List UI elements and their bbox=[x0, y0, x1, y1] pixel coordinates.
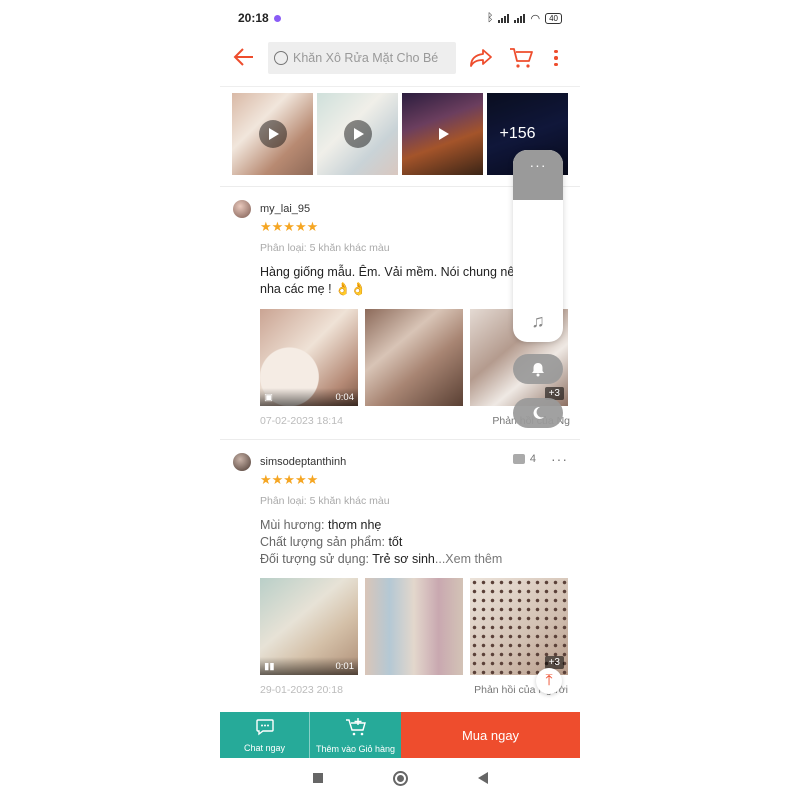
signal-icon bbox=[498, 13, 510, 23]
review-more-icon[interactable]: ··· bbox=[551, 451, 568, 467]
recent-apps-icon[interactable] bbox=[312, 773, 323, 783]
review-date: 29-01-2023 20:18 bbox=[260, 684, 343, 696]
review-text: Mùi hương: thơm nhẹ Chất lượng sản phẩm:… bbox=[260, 517, 520, 568]
messenger-icon bbox=[273, 14, 281, 22]
status-bar: 20:18 ᛒ ◠ 40 bbox=[220, 0, 580, 36]
review-text: Hàng giống mẫu. Êm. Vải mềm. Nói chung n… bbox=[260, 264, 520, 298]
attr-value: thơm nhẹ bbox=[328, 518, 382, 532]
back-arrow-icon[interactable] bbox=[232, 45, 258, 71]
search-input[interactable]: Khăn Xô Rửa Mặt Cho Bé bbox=[268, 42, 456, 74]
avatar[interactable] bbox=[233, 200, 251, 218]
divider bbox=[220, 86, 580, 87]
bluetooth-icon: ᛒ bbox=[486, 12, 494, 24]
review-header: my_lai_95 bbox=[233, 200, 310, 218]
video-camera-icon: ▣ bbox=[264, 391, 273, 403]
media-thumbnail-video[interactable] bbox=[232, 93, 313, 175]
attr-label: Mùi hương: bbox=[260, 518, 325, 532]
see-more-link[interactable]: ...Xem thêm bbox=[435, 552, 502, 566]
add-cart-icon bbox=[345, 717, 367, 742]
review-date: 07-02-2023 18:14 bbox=[260, 415, 343, 427]
chat-icon bbox=[255, 718, 275, 741]
battery-icon: 40 bbox=[545, 12, 562, 24]
more-options-icon[interactable] bbox=[548, 43, 564, 73]
avatar[interactable] bbox=[233, 453, 251, 471]
review-photo[interactable] bbox=[365, 578, 463, 675]
top-navigation: Khăn Xô Rửa Mặt Cho Bé bbox=[220, 38, 580, 78]
review-photo[interactable]: +3 bbox=[470, 578, 568, 675]
video-badge: ▣ 0:04 bbox=[260, 388, 358, 406]
like-button[interactable]: 4 bbox=[512, 453, 536, 465]
search-placeholder: Khăn Xô Rửa Mặt Cho Bé bbox=[293, 51, 439, 65]
home-icon[interactable] bbox=[392, 770, 408, 786]
video-duration: 0:04 bbox=[335, 391, 355, 403]
variation-label: Phân loại: 5 khăn khác màu bbox=[260, 495, 390, 507]
moon-icon[interactable] bbox=[513, 398, 563, 428]
video-duration: 0:01 bbox=[335, 660, 355, 672]
status-icons: ᛒ ◠ 40 bbox=[487, 12, 562, 25]
share-icon[interactable] bbox=[466, 43, 496, 73]
thumbs-up-icon bbox=[512, 454, 525, 464]
buy-now-label: Mua ngay bbox=[461, 727, 520, 743]
review-attr-scent: Mùi hương: thơm nhẹ bbox=[260, 517, 520, 534]
floating-tool-panel: ··· ♫ bbox=[513, 150, 563, 342]
add-to-cart-label: Thêm vào Giỏ hàng bbox=[315, 743, 396, 754]
play-icon bbox=[258, 120, 287, 148]
panel-more-icon[interactable]: ··· bbox=[513, 150, 563, 200]
review-video[interactable]: ▮▮ 0:01 bbox=[260, 578, 358, 675]
music-note-icon[interactable]: ♫ bbox=[513, 311, 563, 332]
review-header: simsodeptanthinh bbox=[233, 453, 346, 471]
attr-value: tốt bbox=[388, 535, 403, 549]
review-text-line: nha các mẹ ! 👌👌 bbox=[260, 282, 367, 296]
buy-now-button[interactable]: Mua ngay bbox=[401, 712, 580, 758]
rating-stars-text: ★★★★★ bbox=[260, 472, 319, 487]
play-icon bbox=[429, 120, 457, 148]
chat-now-label: Chat ngay bbox=[243, 742, 286, 753]
divider bbox=[220, 439, 580, 440]
system-navigation-bar bbox=[220, 760, 580, 796]
play-icon bbox=[343, 120, 372, 148]
media-thumbnail-video[interactable] bbox=[402, 93, 483, 175]
wifi-icon: ◠ bbox=[530, 12, 541, 25]
attr-label: Chất lượng sản phẩm: bbox=[260, 535, 385, 549]
phone-screen: 20:18 ᛒ ◠ 40 Khăn Xô Rửa Mặt Cho Bé +156… bbox=[220, 0, 580, 800]
review-video[interactable]: ▣ 0:04 bbox=[260, 309, 358, 406]
media-thumbnail-video[interactable] bbox=[317, 93, 398, 175]
rating-stars-text: ★★★★★ bbox=[260, 219, 319, 234]
attr-value: Trẻ sơ sinh bbox=[372, 552, 435, 566]
variation-label: Phân loại: 5 khăn khác màu bbox=[260, 242, 390, 254]
search-icon bbox=[274, 51, 288, 65]
chat-now-button[interactable]: Chat ngay bbox=[220, 712, 310, 758]
add-to-cart-button[interactable]: Thêm vào Giỏ hàng bbox=[310, 712, 401, 758]
bottom-action-bar: Chat ngay Thêm vào Giỏ hàng Mua ngay bbox=[220, 712, 580, 758]
review-attr-quality: Chất lượng sản phẩm: tốt bbox=[260, 534, 520, 551]
review-photos: ▮▮ 0:01 +3 bbox=[260, 578, 568, 675]
attr-label: Đối tượng sử dụng: bbox=[260, 552, 370, 566]
scroll-to-top-icon[interactable]: ⤒ bbox=[536, 668, 562, 694]
status-time: 20:18 bbox=[238, 11, 269, 25]
rating-stars: ★★★★★ bbox=[260, 473, 318, 486]
review-attr-target: Đối tượng sử dụng: Trẻ sơ sinh...Xem thê… bbox=[260, 551, 520, 568]
review-photo[interactable] bbox=[365, 309, 463, 406]
video-bars-icon: ▮▮ bbox=[264, 660, 275, 672]
signal-icon-2 bbox=[514, 13, 526, 23]
video-badge: ▮▮ 0:01 bbox=[260, 657, 358, 675]
rating-stars: ★★★★★ bbox=[260, 220, 318, 233]
like-count: 4 bbox=[529, 453, 536, 465]
system-back-icon[interactable] bbox=[477, 772, 488, 784]
cart-icon[interactable] bbox=[506, 43, 536, 73]
reviewer-name: simsodeptanthinh bbox=[260, 456, 347, 468]
bell-icon[interactable] bbox=[513, 354, 563, 384]
reviewer-name: my_lai_95 bbox=[260, 203, 311, 215]
review-text-line: Hàng giống mẫu. Êm. Vải mềm. Nói chung n… bbox=[260, 265, 515, 279]
